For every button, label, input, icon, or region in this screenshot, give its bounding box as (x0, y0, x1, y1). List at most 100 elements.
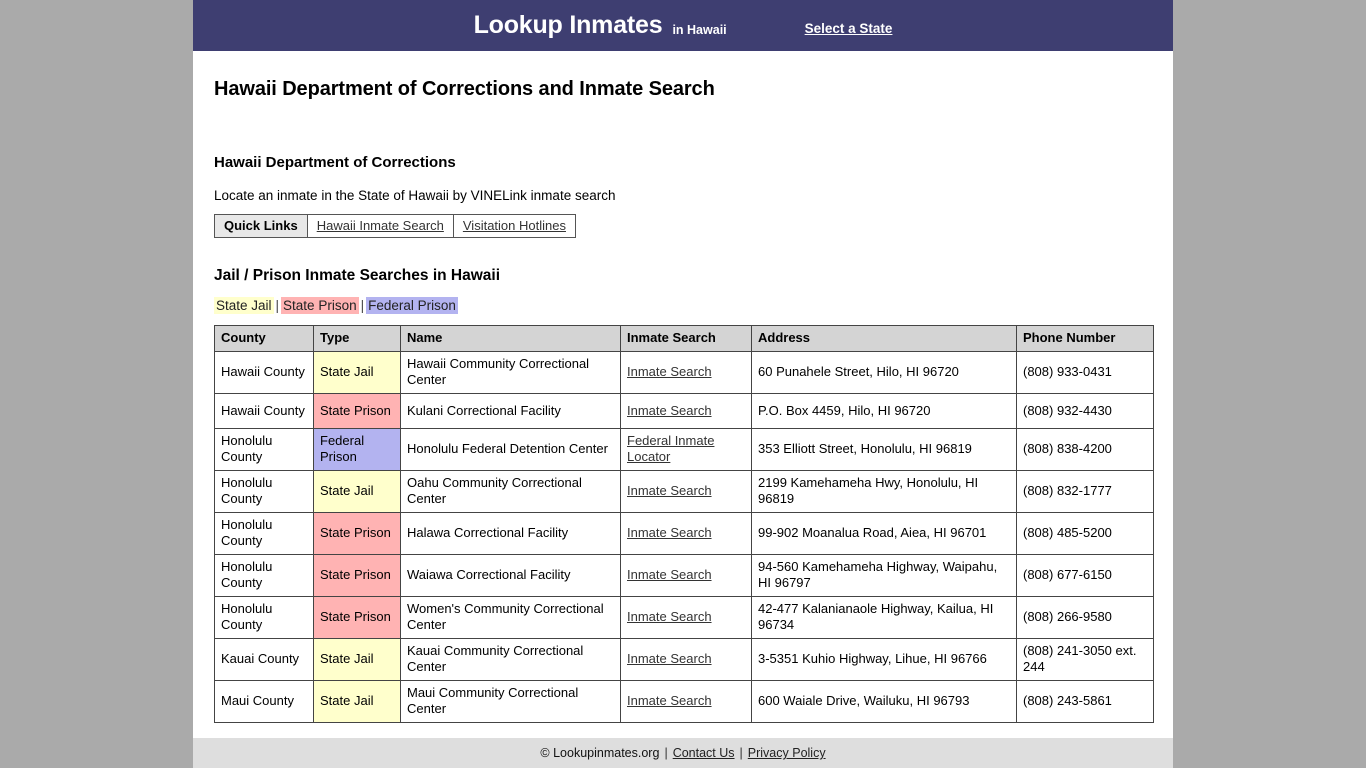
quick-link-cell-0[interactable]: Hawaii Inmate Search (306, 214, 454, 238)
cell-phone-text: (808) 932-4430 (1023, 402, 1112, 418)
quick-links-label: Quick Links (214, 214, 308, 238)
cell-inmate-search[interactable]: Inmate Search (620, 512, 752, 555)
inmate-search-link[interactable]: Inmate Search (627, 525, 712, 540)
inmate-search-link[interactable]: Inmate Search (627, 403, 712, 418)
inmate-search-link[interactable]: Inmate Search (627, 483, 712, 498)
cell-inmate-search[interactable]: Inmate Search (620, 393, 752, 429)
cell-type: State Jail (313, 470, 401, 513)
cell-name-text: Waiawa Correctional Facility (407, 567, 571, 582)
cell-county: Honolulu County (214, 512, 314, 555)
cell-address-text: 2199 Kamehameha Hwy, Honolulu, HI 96819 (758, 475, 979, 506)
cell-name-text: Women's Community Correctional Center (407, 601, 604, 632)
site-header: Lookup Inmates in Hawaii Select a State (193, 0, 1173, 51)
cell-county-text: Honolulu County (221, 559, 273, 590)
inmate-search-link[interactable]: Inmate Search (627, 609, 712, 624)
cell-type: State Prison (313, 596, 401, 639)
cell-inmate-search[interactable]: Inmate Search (620, 351, 752, 394)
site-brand: Lookup Inmates (473, 11, 663, 39)
cell-name: Waiawa Correctional Facility (400, 554, 621, 597)
legend-separator-1: | (360, 298, 365, 313)
table-row: Honolulu County State Jail Oahu Community … (214, 470, 1154, 513)
site-brand-subtitle: in Hawaii (672, 22, 727, 37)
footer-privacy-policy-link[interactable]: Privacy Policy (748, 746, 826, 760)
cell-address-text: 99-902 Moanalua Road, Aiea, HI 96701 (758, 525, 987, 540)
legend-item-federal-prison: Federal Prison (366, 297, 458, 314)
table-row: Honolulu County Federal Prison Honolulu Fe… (214, 428, 1154, 471)
footer-contact-us-link[interactable]: Contact Us (673, 746, 735, 760)
cell-county: Honolulu County (214, 596, 314, 639)
cell-phone-text: (808) 933-0431 (1023, 364, 1112, 379)
inmate-search-link[interactable]: Inmate Search (627, 567, 712, 582)
table-row: Hawaii County State Jail Hawaii Community … (214, 351, 1154, 394)
table-bottom-spacer (214, 723, 1152, 737)
table-section-heading: Jail / Prison Inmate Searches in Hawaii (214, 267, 501, 284)
cell-name: Women's Community Correctional Center (400, 596, 621, 639)
cell-type: State Jail (313, 351, 401, 394)
cell-address: 3-5351 Kuhio Highway, Lihue, HI 96766 (751, 638, 1017, 681)
cell-type: State Prison (313, 393, 401, 429)
cell-type-text: State Prison (320, 609, 391, 624)
inmate-search-link[interactable]: Inmate Search (627, 364, 712, 379)
cell-name-text: Kauai Community Correctional Center (407, 643, 584, 674)
cell-county-text: Hawaii County (221, 364, 305, 379)
cell-type-text: Federal Prison (320, 433, 365, 464)
inmate-search-link[interactable]: Inmate Search (627, 651, 712, 666)
cell-county: Kauai County (214, 638, 314, 681)
inmate-search-link[interactable]: Inmate Search (627, 693, 712, 708)
cell-inmate-search[interactable]: Inmate Search (620, 554, 752, 597)
cell-name: Halawa Correctional Facility (400, 512, 621, 555)
table-row: Honolulu County State Prison Women's Commu… (214, 596, 1154, 639)
cell-type: State Prison (313, 554, 401, 597)
cell-county: Hawaii County (214, 351, 314, 394)
cell-name: Honolulu Federal Detention Center (400, 428, 621, 471)
cell-county: Honolulu County (214, 554, 314, 597)
quick-link-cell-1[interactable]: Visitation Hotlines (452, 214, 576, 238)
cell-inmate-search[interactable]: Inmate Search (620, 680, 752, 723)
cell-address-text: P.O. Box 4459, Hilo, HI 96720 (758, 402, 931, 418)
cell-address: 600 Waiale Drive, Wailuku, HI 96793 (751, 680, 1017, 723)
cell-phone: (808) 832-1777 (1016, 470, 1154, 513)
cell-county-text: Hawaii County (221, 402, 305, 418)
column-header-address: Address (751, 325, 1017, 352)
quick-link-hawaii-inmate-search[interactable]: Hawaii Inmate Search (317, 218, 444, 233)
table-row: Kauai County State Jail Kauai Community Co… (214, 638, 1154, 681)
cell-address: 60 Punahele Street, Hilo, HI 96720 (751, 351, 1017, 394)
cell-county-text: Honolulu County (221, 601, 273, 632)
page-title: Hawaii Department of Corrections and Inm… (214, 78, 715, 100)
cell-address: 42-477 Kalanianaole Highway, Kailua, HI … (751, 596, 1017, 639)
cell-inmate-search[interactable]: Inmate Search (620, 596, 752, 639)
cell-name: Hawaii Community Correctional Center (400, 351, 621, 394)
footer-copyright: © Lookupinmates.org (540, 746, 660, 760)
section-description: Locate an inmate in the State of Hawaii … (214, 188, 616, 203)
cell-name: Kauai Community Correctional Center (400, 638, 621, 681)
cell-county: Honolulu County (214, 470, 314, 513)
cell-inmate-search[interactable]: Federal Inmate Locator (620, 428, 752, 471)
cell-type: State Prison (313, 512, 401, 555)
quick-link-visitation-hotlines[interactable]: Visitation Hotlines (463, 218, 566, 233)
main-content: Hawaii Department of Corrections and Inm… (193, 78, 1173, 737)
cell-name: Oahu Community Correctional Center (400, 470, 621, 513)
facilities-table: County Type Name Inmate Search Address P… (214, 325, 1154, 723)
cell-type-text: State Jail (320, 364, 374, 379)
cell-name-text: Maui Community Correctional Center (407, 685, 579, 716)
column-header-name: Name (400, 325, 621, 352)
cell-county-text: Honolulu County (221, 433, 273, 464)
inmate-search-link[interactable]: Federal Inmate Locator (627, 433, 714, 464)
cell-county-text: Kauai County (221, 651, 300, 666)
table-row: Hawaii County State Prison Kulani Correcti… (214, 393, 1154, 429)
cell-type: State Jail (313, 638, 401, 681)
cell-address-text: 3-5351 Kuhio Highway, Lihue, HI 96766 (758, 651, 987, 666)
cell-phone: (808) 932-4430 (1016, 393, 1154, 429)
cell-type-text: State Prison (320, 402, 391, 418)
cell-inmate-search[interactable]: Inmate Search (620, 638, 752, 681)
cell-phone-text: (808) 266-9580 (1023, 609, 1112, 624)
cell-address-text: 42-477 Kalanianaole Highway, Kailua, HI … (758, 601, 994, 632)
cell-name: Kulani Correctional Facility (400, 393, 621, 429)
cell-address: 94-560 Kamehameha Highway, Waipahu, HI 9… (751, 554, 1017, 597)
cell-address: 2199 Kamehameha Hwy, Honolulu, HI 96819 (751, 470, 1017, 513)
page-container: Lookup Inmates in Hawaii Select a State … (193, 0, 1173, 768)
select-a-state-link[interactable]: Select a State (805, 21, 893, 36)
cell-inmate-search[interactable]: Inmate Search (620, 470, 752, 513)
legend-separator-0: | (275, 298, 280, 313)
cell-county: Honolulu County (214, 428, 314, 471)
